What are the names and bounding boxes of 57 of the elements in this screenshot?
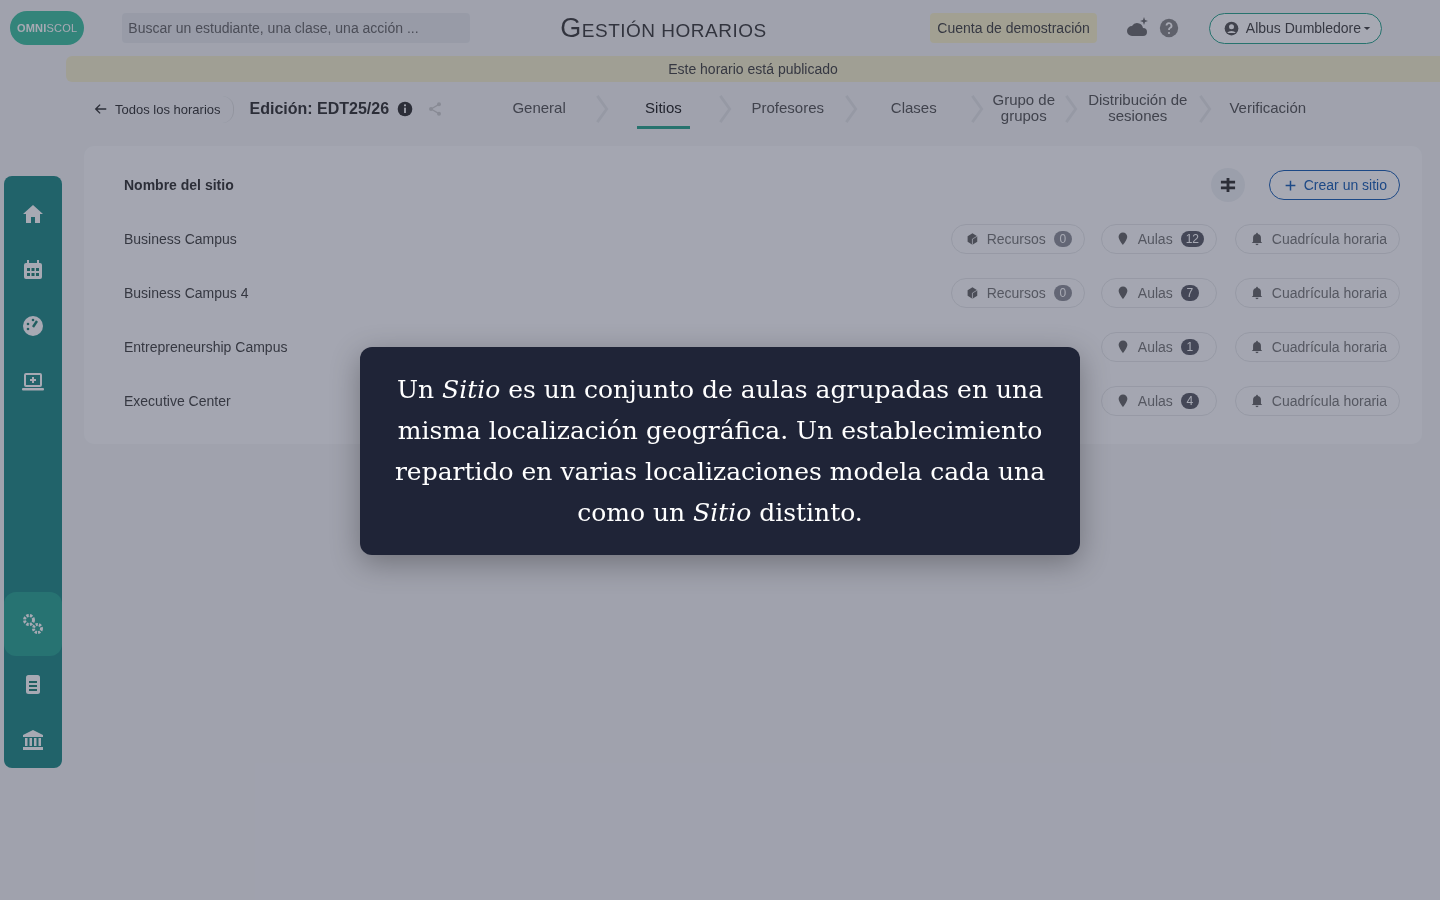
page-title: GESTIÓN HORARIOS bbox=[560, 12, 768, 44]
site-name: Business Campus bbox=[124, 231, 238, 247]
count-badge: 1 bbox=[1180, 339, 1199, 355]
time-grid-chip[interactable]: Cuadrícula horaria bbox=[1234, 386, 1400, 416]
tooltip: Un Sitio es un conjunto de aulas agrupadas en una misma localización geográfica. Un establecimiento repartido en varias localizaciones modela cada una como un Sitio distinto. bbox=[360, 347, 1080, 555]
calendar-icon bbox=[21, 258, 45, 282]
caret-icon bbox=[1363, 25, 1371, 31]
time-grid-chip[interactable]: Cuadrícula horaria bbox=[1234, 332, 1400, 362]
step-tab[interactable]: Sitios bbox=[637, 93, 690, 129]
bell-icon bbox=[1249, 394, 1264, 408]
gears-icon bbox=[21, 612, 45, 636]
cube-icon bbox=[965, 232, 979, 246]
time-grid-chip[interactable]: Cuadrícula horaria bbox=[1234, 224, 1400, 254]
bank-icon bbox=[21, 728, 45, 752]
rooms-chip[interactable]: Aulas 7 bbox=[1100, 278, 1217, 308]
cube-icon bbox=[965, 286, 979, 300]
rooms-chip[interactable]: Aulas 4 bbox=[1100, 386, 1217, 416]
home-icon bbox=[21, 202, 45, 226]
gauge-icon bbox=[21, 314, 45, 338]
step-tab[interactable]: Verificación bbox=[1211, 93, 1324, 125]
resources-chip[interactable]: Recursos 0 bbox=[950, 278, 1085, 308]
count-badge: 12 bbox=[1180, 231, 1204, 247]
count-badge: 7 bbox=[1180, 285, 1199, 301]
site-name: Executive Center bbox=[124, 393, 232, 409]
filter-icon[interactable] bbox=[1210, 168, 1245, 202]
laptop-icon bbox=[21, 370, 45, 394]
site-name: Entrepreneurship Campus bbox=[124, 339, 289, 355]
back-link[interactable]: Todos los horarios bbox=[92, 95, 234, 123]
step-tab[interactable]: General bbox=[483, 93, 596, 125]
resources-chip[interactable]: Recursos 0 bbox=[950, 224, 1085, 254]
user-menu-button[interactable]: Albus Dumbledore bbox=[1208, 12, 1382, 44]
create-site-button[interactable]: Crear un sitio bbox=[1268, 170, 1400, 200]
rooms-chip[interactable]: Aulas 12 bbox=[1100, 224, 1217, 254]
rooms-chip[interactable]: Aulas 1 bbox=[1100, 332, 1217, 362]
site-name: Business Campus 4 bbox=[124, 285, 250, 301]
info-icon[interactable] bbox=[397, 101, 414, 117]
step-tab[interactable]: Distribución de sesiones bbox=[1077, 85, 1198, 133]
step-tab[interactable]: Clases bbox=[857, 93, 970, 125]
sidebar-item[interactable] bbox=[4, 592, 62, 656]
plus-icon bbox=[1283, 178, 1297, 192]
published-banner: Este horario está publicado bbox=[66, 56, 1440, 82]
help-icon[interactable] bbox=[1158, 18, 1179, 38]
time-grid-chip[interactable]: Cuadrícula horaria bbox=[1234, 278, 1400, 308]
bell-icon bbox=[1249, 340, 1264, 354]
bell-icon bbox=[1249, 286, 1264, 300]
demo-account-badge: Cuenta de demostración bbox=[930, 13, 1097, 43]
count-badge: 0 bbox=[1053, 231, 1072, 247]
step-tab[interactable]: Profesores bbox=[731, 93, 844, 125]
user-icon bbox=[1223, 20, 1239, 36]
arrow-left-icon bbox=[94, 102, 108, 116]
search-field[interactable]: Buscar un estudiante, una clase, una acción ... bbox=[122, 13, 471, 43]
count-badge: 0 bbox=[1053, 285, 1072, 301]
bell-icon bbox=[1249, 232, 1264, 246]
step-tab[interactable]: Grupo de grupos bbox=[983, 85, 1064, 133]
edition-title: Edición: EDT25/26 bbox=[249, 100, 390, 118]
column-heading: Nombre del sitio bbox=[124, 177, 235, 193]
count-badge: 4 bbox=[1180, 393, 1199, 409]
